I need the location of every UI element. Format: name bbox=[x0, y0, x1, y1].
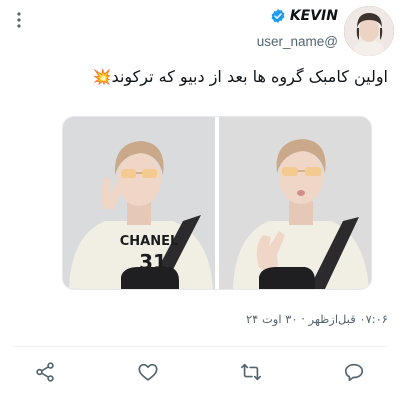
media-grid: CHANEL 31 bbox=[62, 116, 372, 290]
avatar[interactable] bbox=[344, 6, 394, 56]
verified-badge-icon bbox=[271, 9, 285, 23]
tweet-body: اولین کامبک گروه ها بعد از دبیو که ترکون… bbox=[111, 67, 388, 86]
tweet-timestamp[interactable]: ۰۷:۰۶ قبل‌ازظهر · ۳۰ اوت ۲۴ bbox=[246, 312, 388, 326]
tweet-card: KEVIN user_name@ اولین کامبک گروه ها بعد… bbox=[0, 0, 400, 400]
retweet-icon bbox=[241, 363, 261, 381]
share-button[interactable] bbox=[29, 356, 61, 388]
photo-2[interactable] bbox=[219, 117, 371, 289]
tweet-text: اولین کامبک گروه ها بعد از دبیو که ترکون… bbox=[18, 65, 388, 89]
more-vertical-icon bbox=[17, 12, 21, 28]
collision-emoji: 💥 bbox=[92, 68, 112, 86]
reply-icon bbox=[344, 363, 364, 382]
display-name: KEVIN bbox=[289, 8, 338, 24]
action-bar bbox=[0, 356, 400, 388]
shirt-print-text: CHANEL bbox=[120, 234, 179, 249]
like-button[interactable] bbox=[132, 356, 164, 388]
photo-1-image: CHANEL 31 bbox=[63, 117, 215, 289]
divider bbox=[12, 346, 388, 347]
photo-1[interactable]: CHANEL 31 bbox=[63, 117, 215, 289]
photo-2-image bbox=[219, 117, 371, 289]
heart-icon bbox=[138, 363, 158, 381]
user-handle[interactable]: user_name@ bbox=[257, 34, 338, 49]
author-name-row[interactable]: KEVIN bbox=[270, 8, 338, 24]
avatar-image bbox=[344, 6, 394, 56]
reply-button[interactable] bbox=[338, 356, 370, 388]
share-icon bbox=[36, 362, 54, 382]
retweet-button[interactable] bbox=[235, 356, 267, 388]
more-options-button[interactable] bbox=[8, 6, 30, 34]
